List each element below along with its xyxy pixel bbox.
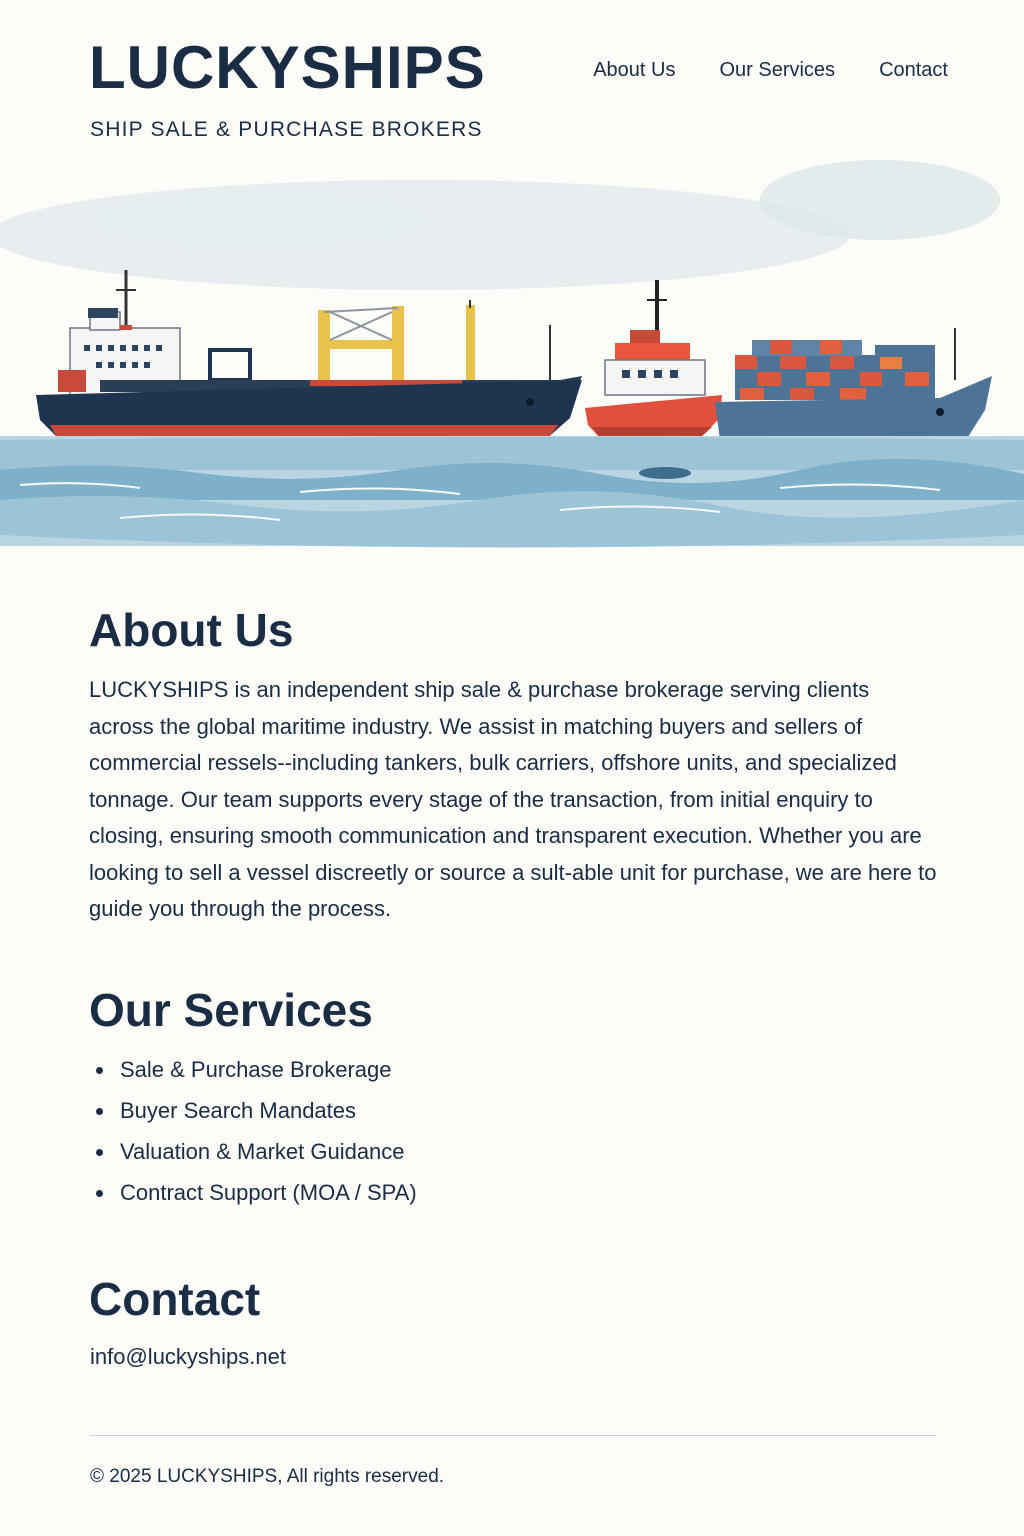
- ships-illustration: [0, 160, 1024, 548]
- main-nav: About Us Our Services Contact: [593, 59, 948, 82]
- footer-copyright: © 2025 LUCKYSHIPS, All rights reserved.: [90, 1466, 445, 1487]
- hero-illustration: [0, 140, 1024, 580]
- brand-logo[interactable]: LUCKYSHIPS: [89, 38, 486, 98]
- services-title: Our Services: [89, 984, 373, 1036]
- list-item: Valuation & Market Guidance: [89, 1134, 417, 1175]
- nav-link-contact[interactable]: Contact: [879, 59, 948, 82]
- about-body: LUCKYSHIPS is an independent ship sale &…: [89, 677, 937, 921]
- tug-boat-illustration: [585, 280, 722, 438]
- sky-wash-left: [90, 190, 430, 250]
- bulk-carrier-illustration: [36, 270, 582, 443]
- brand-tagline: SHIP SALE & PURCHASE BROKERS: [90, 118, 483, 141]
- contact-email-link[interactable]: info@luckyships.net: [90, 1344, 286, 1370]
- nav-link-services[interactable]: Our Services: [719, 59, 835, 82]
- services-list: Sale & Purchase Brokerage Buyer Search M…: [89, 1052, 417, 1216]
- sky-wash-right: [760, 160, 1000, 240]
- contact-title: Contact: [89, 1273, 261, 1325]
- list-item: Buyer Search Mandates: [89, 1093, 417, 1134]
- nav-link-about[interactable]: About Us: [593, 59, 675, 82]
- list-item: Contract Support (MOA / SPA): [89, 1175, 417, 1216]
- list-item: Sale & Purchase Brokerage: [89, 1052, 417, 1093]
- footer-divider: [90, 1435, 936, 1436]
- site-header: LUCKYSHIPS SHIP SALE & PURCHASE BROKERS …: [0, 0, 1024, 150]
- about-title: About Us: [89, 604, 294, 656]
- container-ship-illustration: [715, 328, 992, 440]
